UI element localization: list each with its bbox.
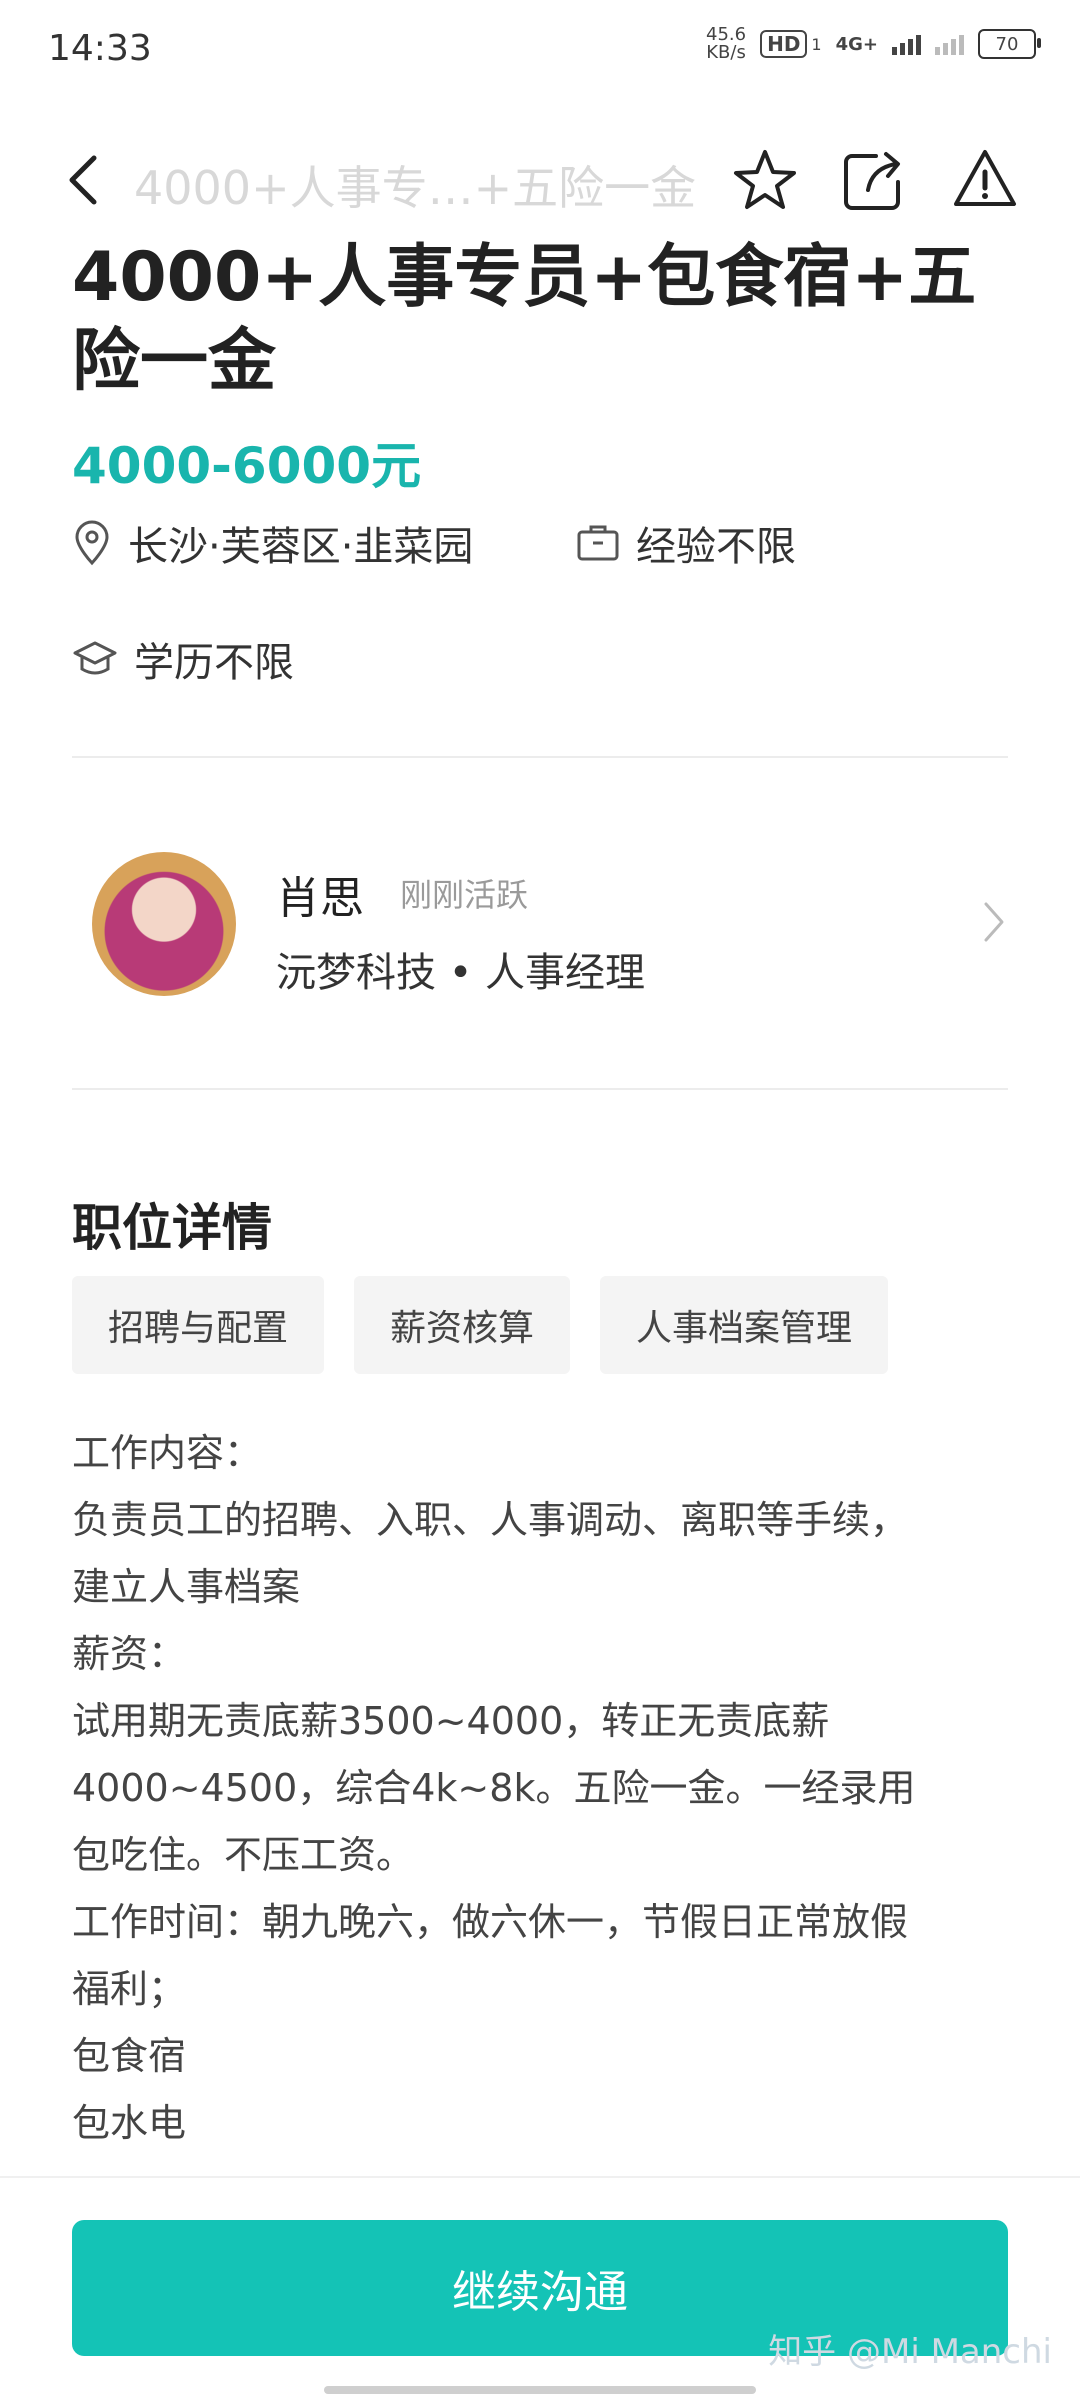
signal-strength-secondary-icon bbox=[935, 33, 964, 55]
recruiter-company-role: 沅梦科技 • 人事经理 bbox=[276, 950, 646, 996]
battery-icon: 70 bbox=[978, 29, 1041, 59]
briefcase-icon bbox=[577, 525, 619, 561]
skill-tag: 薪资核算 bbox=[354, 1276, 571, 1374]
network-type: 4G+ bbox=[835, 33, 878, 55]
star-icon[interactable] bbox=[730, 146, 800, 216]
description-line: 包水电 bbox=[72, 2101, 187, 2145]
recruiter-avatar[interactable] bbox=[92, 852, 236, 996]
description-line: 4000~4500，综合4k~8k。五险一金。一经录用 bbox=[72, 1766, 916, 1810]
share-icon[interactable] bbox=[838, 146, 908, 216]
divider bbox=[72, 1088, 1008, 1090]
job-description: 工作内容： 负责员工的招聘、入职、人事调动、离职等手续， 建立人事档案 薪资： … bbox=[72, 1420, 1022, 2157]
recruiter-status: 刚刚活跃 bbox=[400, 876, 529, 914]
education-row: 学历不限 bbox=[72, 630, 294, 688]
description-line: 包食宿 bbox=[72, 2034, 187, 2078]
battery-level: 70 bbox=[995, 33, 1019, 55]
description-line: 建立人事档案 bbox=[72, 1565, 301, 1609]
nav-title: 4000+人事专…+五险一金 bbox=[134, 161, 697, 215]
status-icons: 45.6 KB/s HD 1 4G+ 70 bbox=[706, 26, 1041, 62]
hd-sub: 1 bbox=[811, 34, 822, 54]
status-time: 14:33 bbox=[48, 28, 152, 69]
description-line: 负责员工的招聘、入职、人事调动、离职等手续， bbox=[72, 1498, 909, 1542]
description-line: 试用期无责底薪3500~4000，转正无责底薪 bbox=[72, 1699, 830, 1743]
home-indicator[interactable] bbox=[324, 2386, 756, 2394]
section-title-job-details: 职位详情 bbox=[72, 1199, 272, 1257]
graduation-cap-icon bbox=[73, 641, 117, 675]
chevron-right-icon[interactable] bbox=[982, 900, 1006, 944]
description-line: 工作内容： bbox=[72, 1431, 263, 1475]
report-warning-icon[interactable] bbox=[950, 144, 1020, 214]
divider bbox=[72, 756, 1008, 758]
location-pin-icon bbox=[75, 520, 109, 566]
back-arrow-icon[interactable] bbox=[62, 150, 106, 210]
watermark: 知乎 @Mi Manchi bbox=[768, 2332, 1052, 2372]
description-line: 薪资： bbox=[72, 1632, 187, 1676]
job-education: 学历不限 bbox=[134, 640, 294, 686]
description-line: 工作时间：朝九晚六，做六休一，节假日正常放假 bbox=[72, 1900, 909, 1944]
skill-tag: 人事档案管理 bbox=[600, 1276, 889, 1374]
salary: 4000-6000元 bbox=[72, 437, 422, 495]
description-line: 包吃住。不压工资。 bbox=[72, 1833, 415, 1877]
job-title: 4000+人事专员+包食宿+五险一金 bbox=[72, 238, 977, 401]
signal-strength-icon bbox=[892, 33, 921, 55]
experience-row: 经验不限 bbox=[576, 514, 796, 572]
skill-tag: 招聘与配置 bbox=[72, 1276, 325, 1374]
job-location: 长沙·芙蓉区·韭菜园 bbox=[128, 524, 474, 570]
job-experience: 经验不限 bbox=[636, 524, 796, 570]
hd-label: HD bbox=[767, 32, 801, 56]
location-row: 长沙·芙蓉区·韭菜园 bbox=[72, 514, 473, 572]
recruiter-name: 肖思 bbox=[276, 873, 364, 924]
hd-icon: HD bbox=[760, 30, 808, 58]
network-speed-unit: KB/s bbox=[706, 42, 746, 63]
network-speed: 45.6 KB/s bbox=[706, 26, 746, 62]
description-line: 福利； bbox=[72, 1967, 187, 2011]
skill-tags: 招聘与配置 薪资核算 人事档案管理 bbox=[72, 1276, 889, 1374]
